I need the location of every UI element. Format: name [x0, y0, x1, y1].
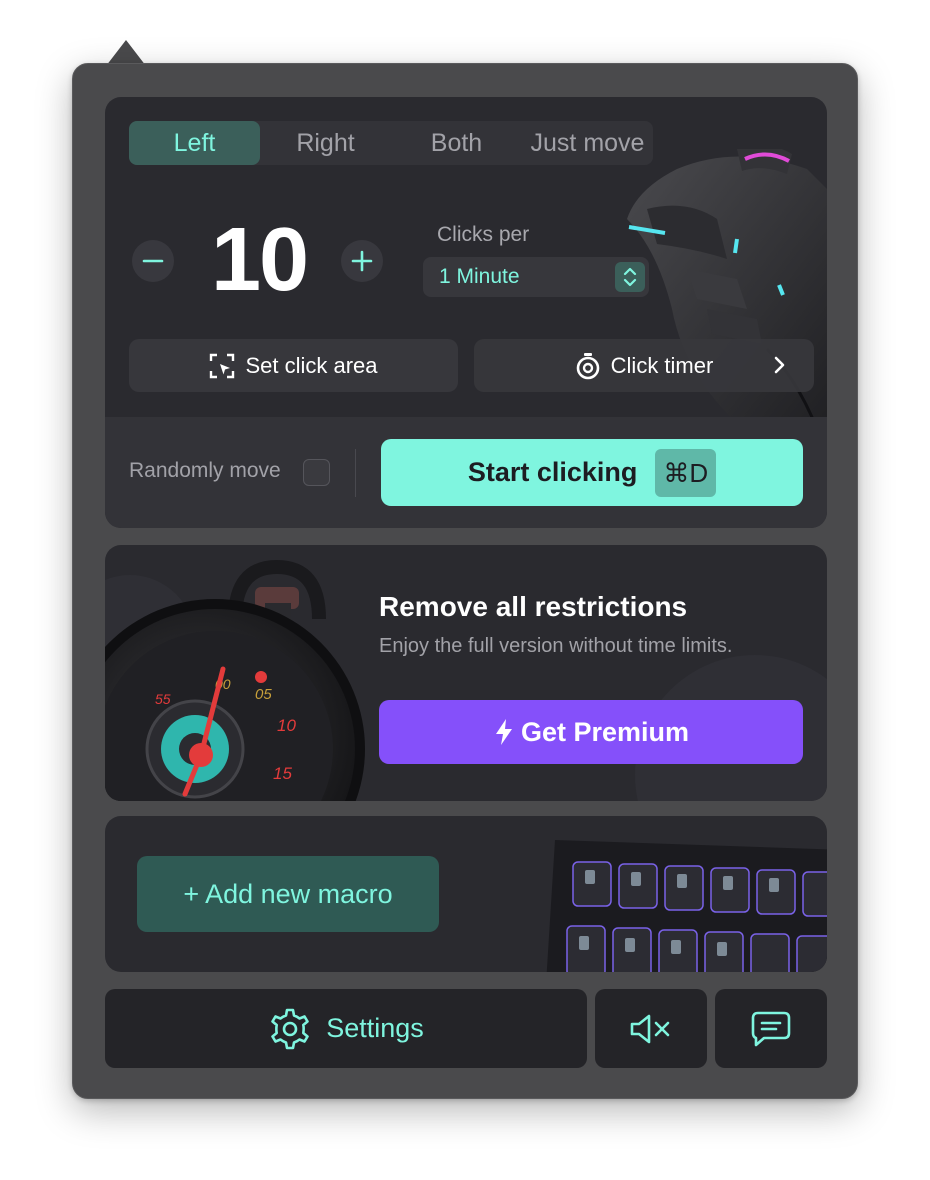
- decrement-button[interactable]: [132, 240, 174, 282]
- svg-text:05: 05: [255, 686, 272, 703]
- macro-card: + Add new macro: [105, 816, 827, 972]
- click-timer-label: Click timer: [610, 352, 714, 378]
- click-mode-selector: Left Right Both Just move: [129, 121, 653, 165]
- shortcut-badge: ⌘D: [655, 448, 717, 497]
- chevron-up-down-icon: [615, 262, 645, 292]
- mode-tab-right[interactable]: Right: [260, 121, 391, 165]
- gear-icon: [271, 1008, 310, 1049]
- premium-title: Remove all restrictions: [379, 591, 688, 622]
- chat-icon: [751, 1011, 791, 1046]
- click-rate-value: 1 Minute: [439, 265, 520, 288]
- gaming-mouse-illustration: [627, 149, 827, 449]
- add-new-macro-button[interactable]: + Add new macro: [137, 856, 439, 932]
- click-rate-select[interactable]: 1 Minute: [423, 257, 649, 297]
- click-timer-button[interactable]: Click timer: [474, 339, 814, 392]
- chevron-right-icon: [774, 356, 785, 374]
- get-premium-label: Get Premium: [520, 716, 690, 747]
- mode-tab-just-move[interactable]: Just move: [522, 121, 653, 165]
- get-premium-button[interactable]: Get Premium: [379, 700, 803, 764]
- plus-icon: [351, 250, 373, 272]
- lightning-icon: [495, 719, 512, 745]
- random-move-label: Randomly move: [129, 459, 281, 482]
- keyboard-illustration: [546, 840, 827, 972]
- click-area-icon: [210, 353, 235, 378]
- auto-clicker-popover: Left Right Both Just move 10 Clicks per …: [72, 63, 858, 1099]
- minus-icon: [142, 259, 164, 263]
- random-move-checkbox[interactable]: [303, 459, 330, 486]
- click-count-value: 10: [210, 210, 309, 310]
- settings-label: Settings: [326, 1013, 424, 1043]
- divider: [355, 449, 356, 497]
- clicker-card: Left Right Both Just move 10 Clicks per …: [105, 97, 827, 528]
- click-rate-label: Clicks per: [437, 223, 530, 246]
- mode-tab-left[interactable]: Left: [129, 121, 260, 165]
- start-clicking-button[interactable]: Start clicking ⌘D: [381, 439, 803, 506]
- stopwatch-illustration: 55 00 05 10 15: [105, 559, 365, 801]
- speaker-muted-icon: [630, 1014, 670, 1043]
- sound-toggle-button[interactable]: [595, 989, 707, 1068]
- svg-text:55: 55: [155, 691, 171, 707]
- increment-button[interactable]: [341, 240, 383, 282]
- start-clicking-label: Start clicking: [467, 457, 638, 487]
- feedback-button[interactable]: [715, 989, 827, 1068]
- settings-button[interactable]: Settings: [105, 989, 587, 1068]
- mode-tab-both[interactable]: Both: [391, 121, 522, 165]
- svg-text:10: 10: [277, 716, 296, 735]
- set-click-area-label: Set click area: [245, 352, 378, 378]
- set-click-area-button[interactable]: Set click area: [129, 339, 458, 392]
- premium-card: 55 00 05 10 15 Remove all restrictions E…: [105, 545, 827, 801]
- stopwatch-icon: [576, 352, 599, 379]
- start-row: Randomly move Start clicking ⌘D: [105, 417, 827, 528]
- premium-subtitle: Enjoy the full version without time limi…: [379, 635, 733, 657]
- svg-text:15: 15: [273, 764, 292, 783]
